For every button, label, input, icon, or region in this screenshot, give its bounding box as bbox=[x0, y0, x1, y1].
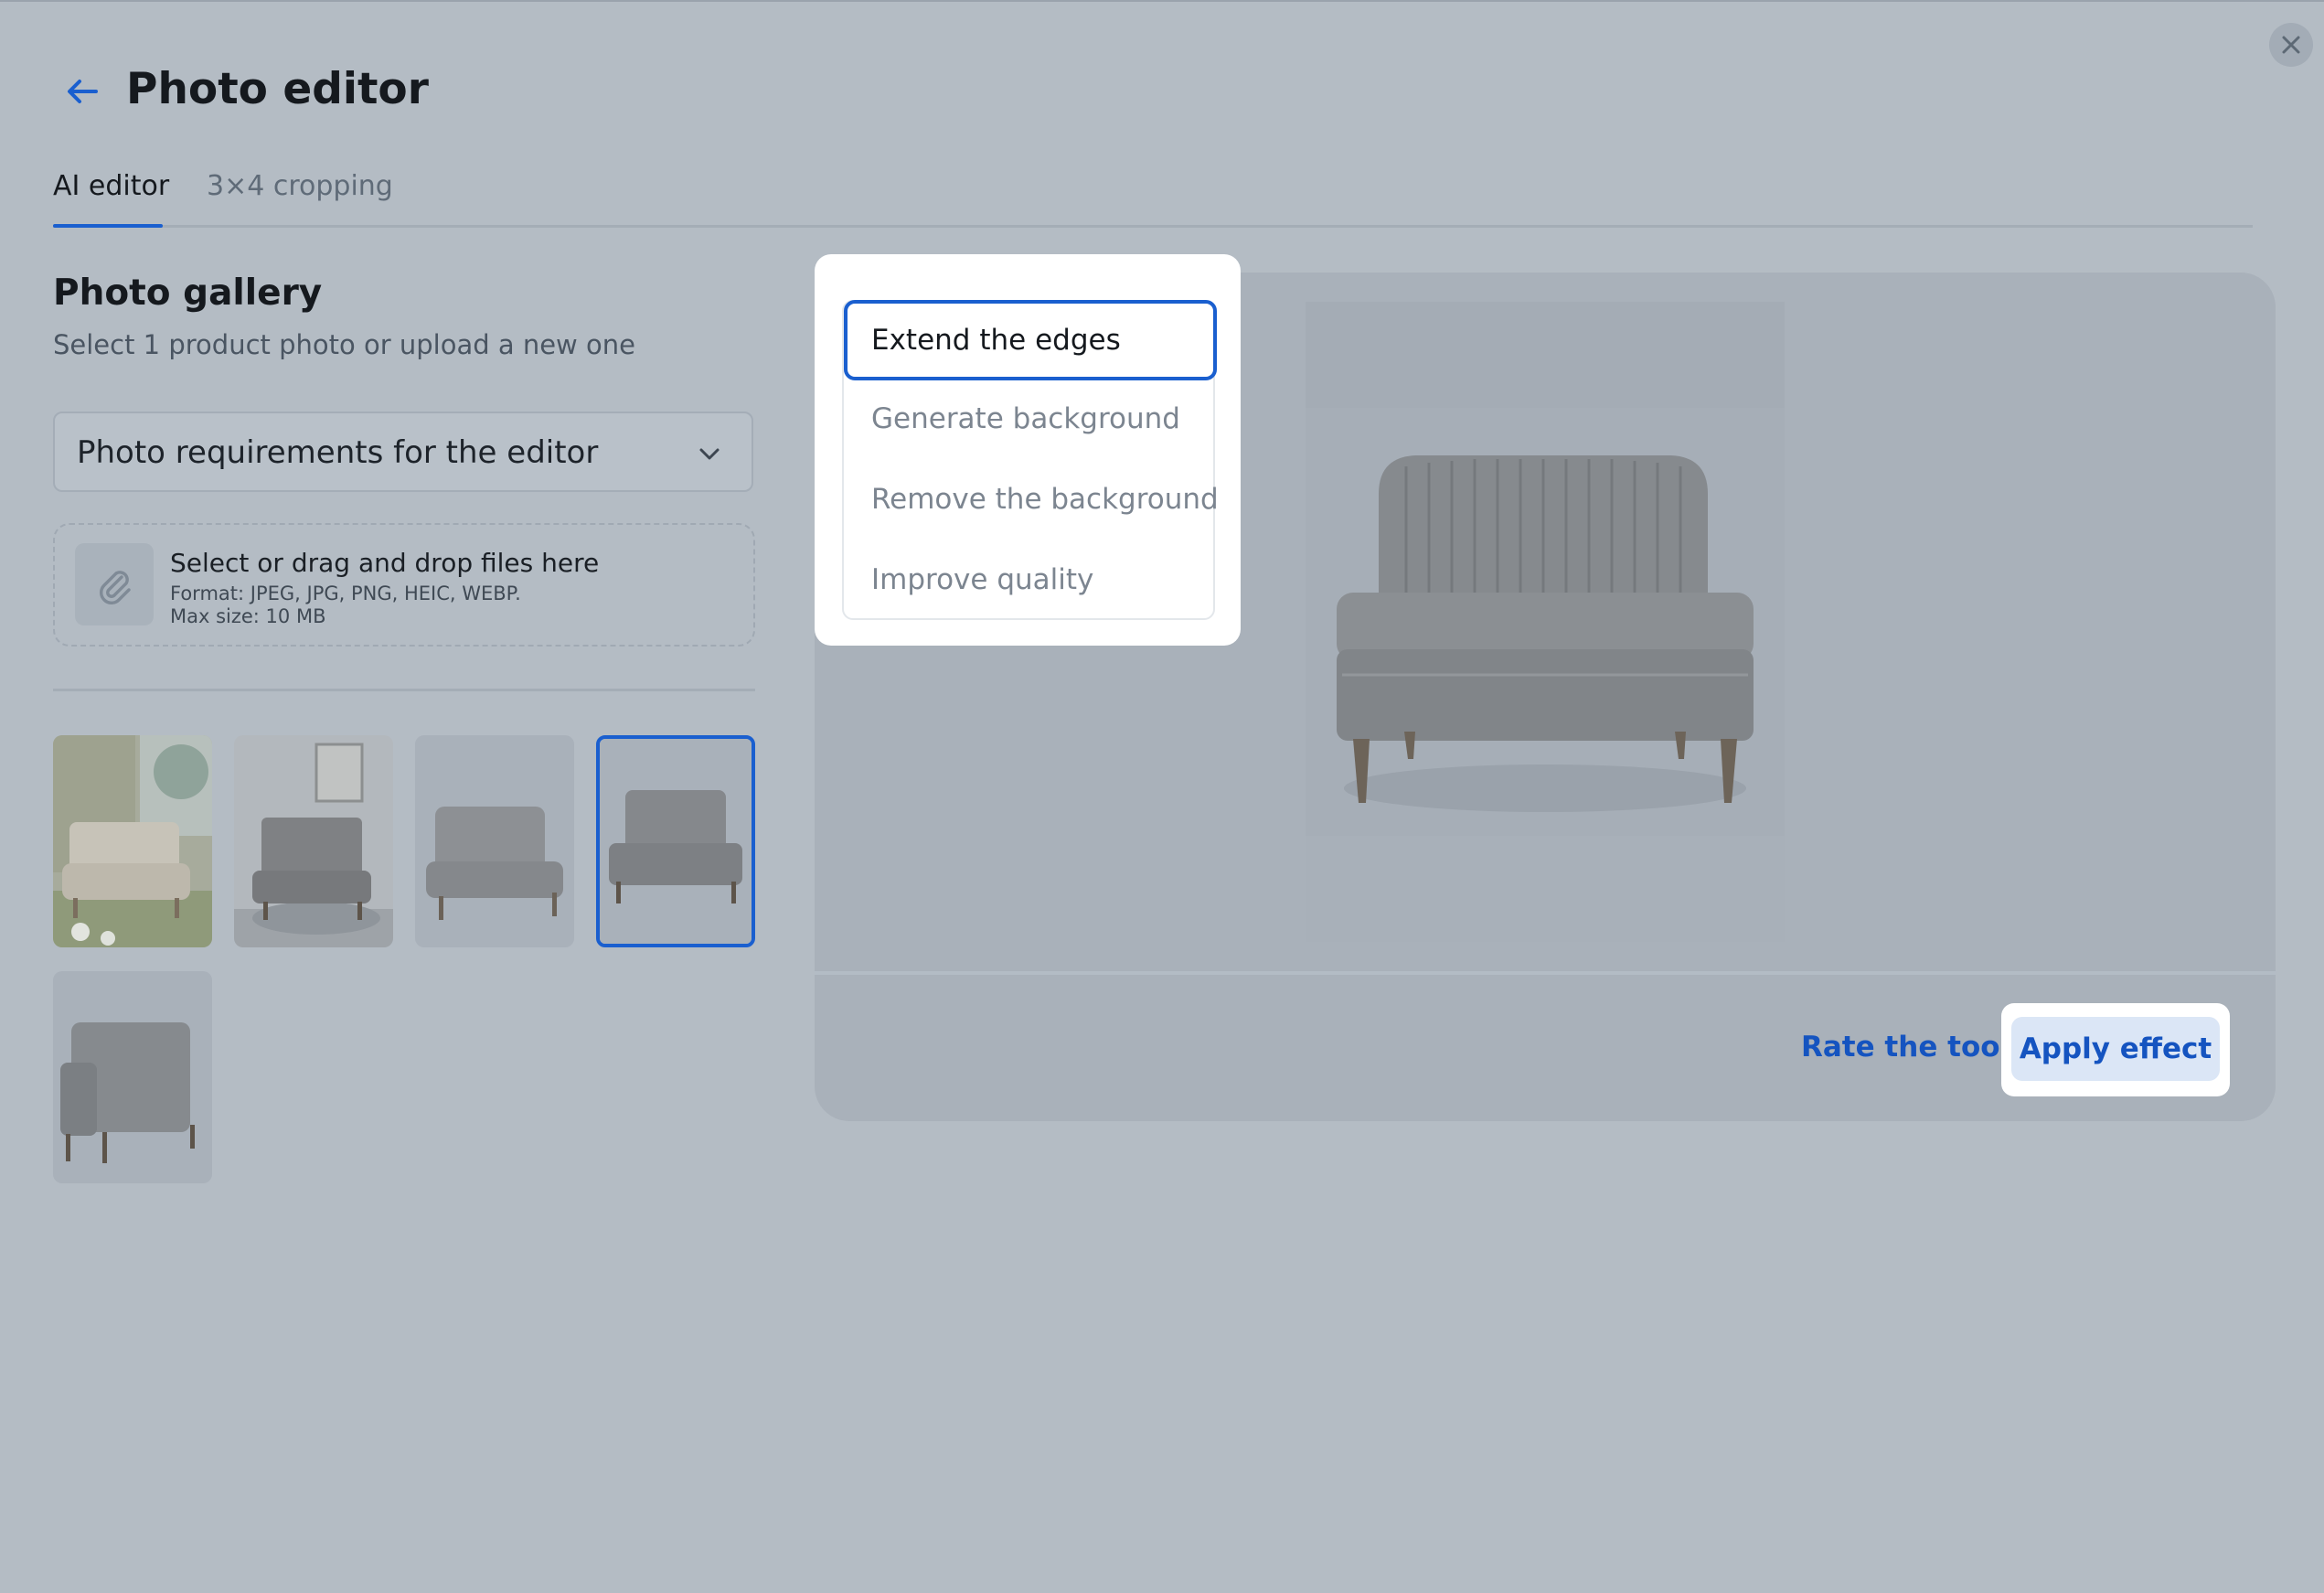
apply-effect-highlight: Apply effect bbox=[2001, 1003, 2230, 1096]
effect-remove-background[interactable]: Remove the background bbox=[844, 461, 1219, 541]
gallery-thumbnail[interactable] bbox=[234, 735, 393, 947]
effects-menu: Extend the edges Generate background Rem… bbox=[842, 300, 1219, 622]
gallery-thumbnail-selected[interactable] bbox=[596, 735, 755, 947]
file-upload-dropzone[interactable]: Select or drag and drop files here Forma… bbox=[53, 523, 755, 647]
gallery-title: Photo gallery bbox=[53, 273, 323, 314]
effect-extend-edges[interactable]: Extend the edges bbox=[844, 300, 1217, 380]
arrow-left-icon bbox=[68, 80, 98, 103]
close-icon bbox=[2282, 36, 2300, 54]
photo-editor-page: Photo editor AI editor 3×4 cropping Phot… bbox=[0, 0, 2324, 1593]
canvas-divider bbox=[815, 971, 2276, 975]
upload-title: Select or drag and drop files here bbox=[170, 548, 600, 578]
upload-format: Format: JPEG, JPG, PNG, HEIC, WEBP. bbox=[170, 583, 521, 604]
rate-tool-link[interactable]: Rate the tool bbox=[1801, 1028, 2010, 1066]
back-button[interactable] bbox=[57, 66, 108, 117]
apply-effect-button[interactable]: Apply effect bbox=[2011, 1017, 2220, 1081]
tabs-divider bbox=[53, 225, 2253, 228]
top-border bbox=[0, 0, 2324, 2]
gallery-thumbnail[interactable] bbox=[415, 735, 574, 947]
tab-3x4-cropping[interactable]: 3×4 cropping bbox=[207, 166, 393, 207]
gallery-subtitle: Select 1 product photo or upload a new o… bbox=[53, 329, 635, 360]
page-title: Photo editor bbox=[126, 64, 429, 114]
active-tab-indicator bbox=[53, 224, 163, 228]
tab-ai-editor[interactable]: AI editor bbox=[53, 166, 169, 207]
chevron-down-icon bbox=[699, 448, 720, 460]
effects-menu-panel: Extend the edges Generate background Rem… bbox=[815, 254, 1241, 646]
preview-image bbox=[1306, 302, 1785, 942]
gallery-thumbnail[interactable] bbox=[53, 735, 212, 947]
upload-max-size: Max size: 10 MB bbox=[170, 605, 326, 627]
gallery-divider bbox=[53, 689, 755, 691]
gallery-thumbnail[interactable] bbox=[53, 971, 212, 1183]
effect-generate-background[interactable]: Generate background bbox=[844, 380, 1217, 461]
close-button[interactable] bbox=[2269, 23, 2313, 67]
effect-improve-quality[interactable]: Improve quality bbox=[844, 541, 1217, 622]
paperclip-icon bbox=[75, 543, 154, 625]
photo-requirements-label: Photo requirements for the editor bbox=[77, 434, 599, 471]
photo-requirements-dropdown[interactable]: Photo requirements for the editor bbox=[53, 412, 753, 492]
